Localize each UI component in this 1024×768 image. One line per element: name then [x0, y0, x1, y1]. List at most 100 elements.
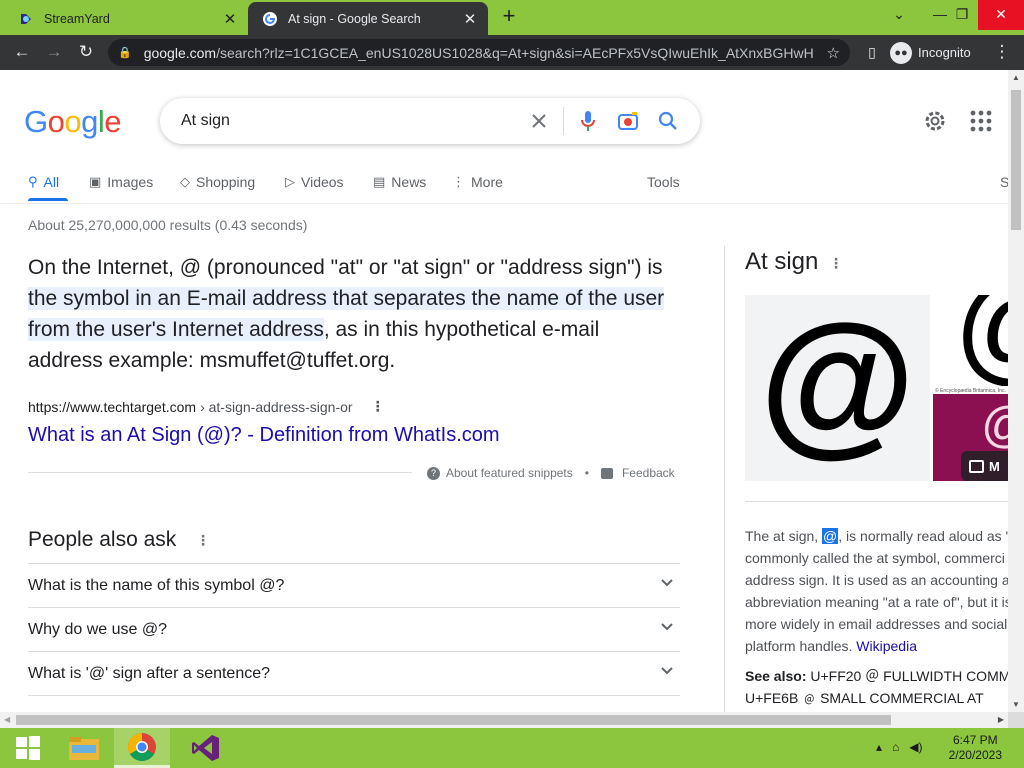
paa-question[interactable]: What is the name of this symbol @? [28, 563, 680, 607]
image-icon: ▣ [89, 174, 102, 189]
video-icon: ▷ [285, 174, 295, 189]
more-vertical-icon: ⋮ [452, 174, 465, 189]
network-icon[interactable]: ⌂ [892, 740, 899, 754]
see-also-label: See also: [745, 668, 807, 684]
tab-videos[interactable]: ▷ Videos [285, 172, 344, 192]
people-also-ask-heading: People also ask [28, 528, 177, 551]
close-window-button[interactable]: ✕ [978, 0, 1024, 30]
close-tab-icon[interactable]: ✕ [460, 10, 480, 28]
scroll-down-arrow-icon[interactable]: ▼ [1012, 700, 1020, 709]
address-bar[interactable]: 🔒 google.com/search?rlz=1C1GCEA_enUS1028… [108, 39, 850, 66]
paa-question[interactable]: Why do we use @? [28, 607, 680, 651]
tab-search-icon[interactable]: ⌄ [879, 0, 919, 30]
see-also-item[interactable]: U+FE6B ﹫ SMALL COMMERCIAL AT [745, 690, 984, 706]
search-box[interactable]: At sign [160, 98, 700, 144]
visual-studio-button[interactable] [178, 728, 234, 768]
forward-button[interactable]: → [42, 40, 66, 64]
bookmark-star-icon[interactable]: ☆ [827, 44, 840, 62]
side-panel-icon[interactable]: ▯ [860, 40, 884, 64]
camera-search-icon[interactable] [608, 101, 648, 141]
tab-news[interactable]: ▤ News [373, 172, 426, 192]
scroll-left-arrow-icon[interactable]: ◀ [4, 715, 10, 724]
tools-button[interactable]: Tools [647, 172, 680, 192]
tray-overflow-icon[interactable]: ▴ [876, 740, 882, 754]
active-tab-indicator [28, 198, 68, 201]
back-button[interactable]: ← [10, 40, 34, 64]
horizontal-scrollbar[interactable]: ◀ ▶ [0, 712, 1008, 728]
scrollbar-thumb[interactable] [16, 715, 891, 725]
at-sign-image[interactable]: @ [933, 295, 1008, 386]
image-icon [969, 459, 984, 473]
tab-images[interactable]: ▣ Images [89, 172, 153, 192]
featured-snippet-text: On the Internet, @ (pronounced "at" or "… [28, 256, 665, 372]
scroll-right-arrow-icon[interactable]: ▶ [998, 715, 1004, 724]
image-symbol: @ [981, 400, 1008, 450]
wikipedia-link[interactable]: Wikipedia [856, 638, 917, 654]
vertical-scrollbar[interactable]: ▲ ▼ [1008, 70, 1024, 712]
news-icon: ▤ [373, 174, 386, 189]
scrollbar-corner [1008, 712, 1024, 728]
system-clock[interactable]: 6:47 PM 2/20/2023 [949, 733, 1002, 763]
google-logo[interactable]: Google [24, 104, 122, 140]
settings-gear-icon[interactable] [922, 108, 948, 134]
result-cite[interactable]: https://www.techtarget.com › at-sign-add… [28, 398, 385, 415]
incognito-indicator[interactable]: ●● Incognito [890, 40, 971, 65]
tab-shopping[interactable]: ◇ Shopping [180, 172, 255, 192]
tab-google-search[interactable]: At sign - Google Search ✕ [248, 2, 488, 35]
close-tab-icon[interactable]: ✕ [220, 10, 240, 28]
feedback-icon [600, 467, 613, 479]
search-input[interactable]: At sign [181, 112, 519, 130]
see-also-item[interactable]: U+FF20 ＠ FULLWIDTH COMMEI [810, 668, 1008, 684]
browser-menu-icon[interactable]: ⋮ [990, 40, 1014, 64]
clock-time: 6:47 PM [952, 733, 998, 747]
new-tab-button[interactable]: + [496, 4, 522, 30]
divider [563, 107, 564, 135]
chevron-down-icon [661, 623, 673, 631]
search-icon[interactable] [648, 101, 688, 141]
clear-icon[interactable] [519, 101, 559, 141]
divider [28, 472, 412, 473]
more-images-button[interactable]: M [961, 451, 1008, 481]
url-text: google.com/search?rlz=1C1GCEA_enUS1028US… [143, 44, 814, 61]
reload-button[interactable]: ↻ [74, 40, 98, 64]
start-button[interactable] [0, 728, 56, 768]
tab-streamyard[interactable]: StreamYard ✕ [4, 2, 248, 35]
separator-dot: • [584, 466, 589, 480]
windows-logo-icon [16, 736, 40, 760]
more-options-icon[interactable]: ⋮ [829, 255, 843, 272]
search-results-page: Google At sign ⚲ All ▣ Images ◇ Shopping… [0, 70, 1008, 712]
knowledge-panel-title: At sign [745, 248, 819, 275]
chrome-icon [128, 732, 156, 761]
lock-icon: 🔒 [118, 47, 132, 59]
cite-path: › at-sign-address-sign-or [200, 398, 353, 415]
chrome-taskbar-button[interactable] [114, 728, 170, 768]
tab-cut-off[interactable]: S [1000, 172, 1008, 192]
search-icon: ⚲ [28, 174, 38, 189]
result-title-link[interactable]: What is an At Sign (@)? - Definition fro… [28, 424, 500, 447]
more-options-icon[interactable]: ⋮ [196, 532, 210, 549]
windows-taskbar: ▴ ⌂ ◀) 6:47 PM 2/20/2023 [0, 728, 1024, 768]
volume-icon[interactable]: ◀) [909, 740, 922, 754]
search-tabs: ⚲ All ▣ Images ◇ Shopping ▷ Videos ▤ News ⋮ Mo… [28, 172, 1008, 202]
see-also: See also: U+FF20 ＠ FULLWIDTH COMMEI U+FE… [745, 665, 1008, 709]
apps-grid-icon[interactable] [968, 108, 994, 134]
more-options-icon[interactable]: ⋮ [371, 398, 385, 415]
about-snippets-link[interactable]: About featured snippets [446, 466, 573, 480]
knowledge-panel-description: The at sign, @, is normally read aloud a… [745, 528, 1008, 654]
system-tray: ▴ ⌂ ◀) [876, 740, 923, 754]
divider [0, 203, 1008, 204]
file-explorer-button[interactable] [56, 728, 112, 768]
tab-all[interactable]: ⚲ All [28, 172, 59, 192]
microphone-icon[interactable] [568, 101, 608, 141]
scrollbar-thumb[interactable] [1011, 90, 1021, 230]
at-sign-image[interactable]: @ [745, 295, 930, 481]
paa-question[interactable]: What is '@' sign after a sentence? [28, 651, 680, 695]
tab-more[interactable]: ⋮ More [452, 172, 503, 192]
tab-title: At sign - Google Search [288, 11, 421, 26]
result-stats: About 25,270,000,000 results (0.43 secon… [28, 217, 308, 233]
feedback-link[interactable]: Feedback [622, 466, 675, 480]
clock-date: 2/20/2023 [948, 748, 1002, 762]
scroll-up-arrow-icon[interactable]: ▲ [1012, 73, 1020, 82]
selected-text: @ [822, 528, 839, 544]
restore-button[interactable]: ❐ [942, 0, 982, 30]
